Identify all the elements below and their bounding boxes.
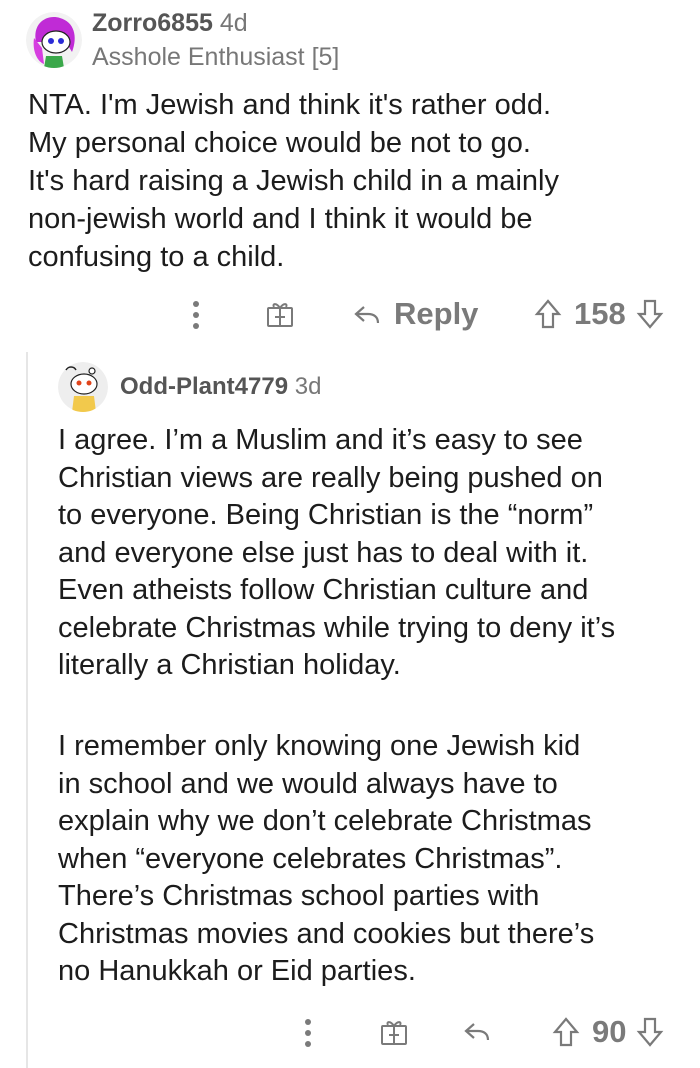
upvote-arrow-icon[interactable] — [534, 298, 562, 330]
downvote-arrow-icon[interactable] — [636, 1016, 664, 1048]
comment-2-age: 3d — [294, 373, 322, 400]
comment-1-flair: Asshole Enthusiast [5] — [92, 43, 340, 71]
thread-line[interactable] — [26, 352, 28, 1068]
user-avatar-1[interactable] — [26, 12, 82, 68]
award-button[interactable] — [264, 298, 296, 330]
comment-2-actions: 90 — [0, 1010, 700, 1060]
vote-controls: 90 — [552, 1014, 664, 1050]
comment-2-paragraph-2: I remember only knowing one Jewish kid i… — [58, 730, 595, 987]
comment-1-actions: Reply 158 — [0, 290, 700, 340]
more-options-button[interactable] — [186, 298, 206, 332]
comment-1-age: 4d — [219, 9, 248, 37]
comment-2-username[interactable]: Odd-Plant4779 — [120, 373, 288, 400]
comment-2-meta: Odd-Plant4779 3d — [120, 372, 321, 402]
reply-arrow-icon — [464, 1023, 490, 1041]
comment-1-meta: Zorro6855 4d — [92, 8, 248, 38]
more-options-button[interactable] — [298, 1016, 318, 1050]
snoo-avatar-icon — [26, 12, 82, 68]
vote-count: 90 — [592, 1014, 627, 1049]
award-button[interactable] — [378, 1016, 410, 1048]
comment-1-username[interactable]: Zorro6855 — [92, 9, 213, 37]
downvote-arrow-icon[interactable] — [636, 298, 664, 330]
gift-award-icon — [267, 303, 293, 327]
comment-1-body: NTA. I'm Jewish and think it's rather od… — [28, 89, 559, 273]
comment-2-paragraph-1: I agree. I’m a Muslim and it’s easy to s… — [58, 424, 616, 681]
vote-count: 158 — [574, 296, 626, 331]
user-avatar-2[interactable] — [58, 362, 108, 412]
upvote-arrow-icon[interactable] — [552, 1016, 580, 1048]
reply-button[interactable]: Reply — [352, 296, 478, 332]
snoo-avatar-icon — [58, 362, 108, 412]
more-vertical-icon — [193, 301, 199, 329]
more-vertical-icon — [305, 1019, 311, 1047]
gift-award-icon — [381, 1021, 407, 1045]
reply-label: Reply — [394, 296, 479, 331]
vote-controls: 158 — [534, 296, 664, 332]
reply-arrow-icon — [354, 306, 380, 324]
reply-button[interactable] — [462, 1016, 492, 1046]
